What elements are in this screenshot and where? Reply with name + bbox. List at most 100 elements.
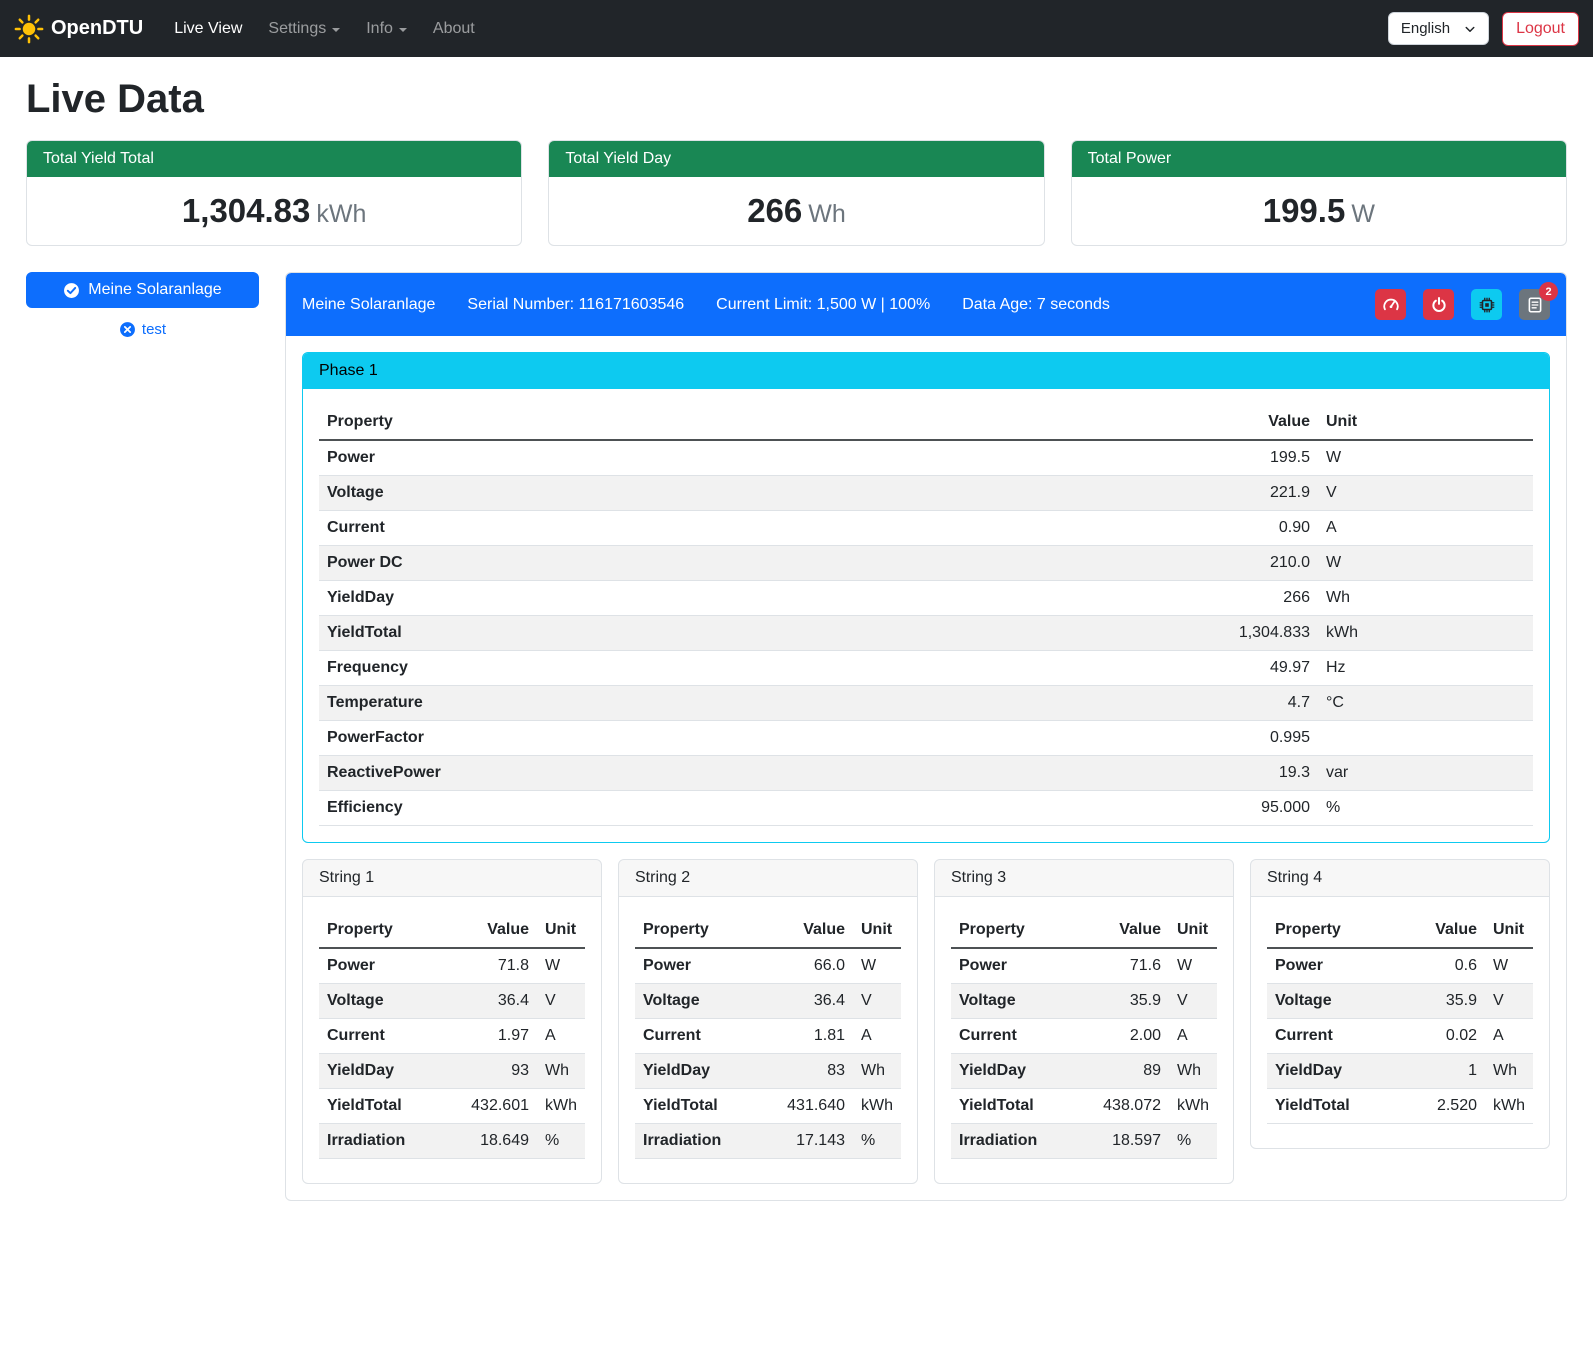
string-table: Property Value Unit Power bbox=[951, 913, 1217, 1159]
value-cell: 35.9 bbox=[1400, 984, 1485, 1019]
value-cell: 0.6 bbox=[1400, 948, 1485, 984]
nav-info-dropdown[interactable]: Info bbox=[357, 12, 416, 46]
serial-number: Serial Number: 116171603546 bbox=[467, 296, 684, 314]
table-row: Frequency 49.97 Hz bbox=[319, 651, 1533, 686]
string-table: Property Value Unit Power bbox=[1267, 913, 1533, 1124]
value-cell: 71.6 bbox=[1073, 948, 1169, 984]
table-header-row: Property Value Unit bbox=[1267, 913, 1533, 948]
inverter-select-button[interactable]: Meine Solaranlage bbox=[26, 272, 259, 308]
nav-live-view[interactable]: Live View bbox=[165, 12, 251, 46]
nav-about-label: About bbox=[433, 20, 475, 38]
unit-cell: Wh bbox=[1318, 581, 1533, 616]
table-row: YieldTotal 431.640 kWh bbox=[635, 1089, 901, 1124]
event-count-badge: 2 bbox=[1539, 282, 1558, 301]
event-log-button[interactable]: 2 bbox=[1519, 289, 1550, 320]
table-row: Current 2.00 A bbox=[951, 1019, 1217, 1054]
string-table: Property Value Unit Power bbox=[319, 913, 585, 1159]
nav-settings-dropdown[interactable]: Settings bbox=[259, 12, 349, 46]
property-cell: ReactivePower bbox=[319, 756, 917, 791]
property-cell: Voltage bbox=[951, 984, 1073, 1019]
property-cell: PowerFactor bbox=[319, 721, 917, 756]
table-header-row: Property Value Unit bbox=[319, 405, 1533, 440]
brand[interactable]: OpenDTU bbox=[14, 14, 143, 44]
table-row: PowerFactor 0.995 bbox=[319, 721, 1533, 756]
table-header-row: Property Value Unit bbox=[635, 913, 901, 948]
table-row: Power 71.6 W bbox=[951, 948, 1217, 984]
power-icon bbox=[1430, 296, 1448, 314]
property-header: Property bbox=[951, 913, 1073, 948]
unit-cell: kWh bbox=[1485, 1089, 1533, 1124]
property-cell: Voltage bbox=[319, 984, 441, 1019]
property-header: Property bbox=[319, 405, 917, 440]
table-row: Current 0.90 A bbox=[319, 511, 1533, 546]
table-row: YieldTotal 438.072 kWh bbox=[951, 1089, 1217, 1124]
unit-cell: % bbox=[537, 1124, 585, 1159]
summary-card-total-power: Total Power 199.5W bbox=[1071, 140, 1567, 246]
limit-settings-button[interactable] bbox=[1375, 289, 1406, 320]
nav-live-view-label: Live View bbox=[174, 20, 242, 38]
value-header: Value bbox=[441, 913, 537, 948]
unit-cell: A bbox=[537, 1019, 585, 1054]
table-row: YieldDay 1 Wh bbox=[1267, 1054, 1533, 1089]
summary-card-title: Total Yield Day bbox=[549, 141, 1043, 177]
value-cell: 4.7 bbox=[917, 686, 1318, 721]
property-cell: Power bbox=[1267, 948, 1400, 984]
value-cell: 89 bbox=[1073, 1054, 1169, 1089]
nav-about[interactable]: About bbox=[424, 12, 484, 46]
unit-cell: W bbox=[1318, 546, 1533, 581]
table-row: Irradiation 18.649 % bbox=[319, 1124, 585, 1159]
unit-cell: Wh bbox=[537, 1054, 585, 1089]
language-select[interactable]: English bbox=[1388, 12, 1489, 45]
value-header: Value bbox=[917, 405, 1318, 440]
device-info-button[interactable] bbox=[1471, 289, 1502, 320]
table-row: ReactivePower 19.3 var bbox=[319, 756, 1533, 791]
value-cell: 17.143 bbox=[757, 1124, 853, 1159]
property-cell: Frequency bbox=[319, 651, 917, 686]
property-cell: Temperature bbox=[319, 686, 917, 721]
property-header: Property bbox=[635, 913, 757, 948]
unit-cell: W bbox=[1318, 440, 1533, 476]
value-cell: 93 bbox=[441, 1054, 537, 1089]
property-cell: YieldTotal bbox=[319, 616, 917, 651]
table-row: Irradiation 17.143 % bbox=[635, 1124, 901, 1159]
value-cell: 66.0 bbox=[757, 948, 853, 984]
unit-cell: % bbox=[1318, 791, 1533, 826]
value-cell: 438.072 bbox=[1073, 1089, 1169, 1124]
unit-cell: A bbox=[1318, 511, 1533, 546]
summary-card-unit: Wh bbox=[808, 200, 846, 228]
unit-cell: V bbox=[853, 984, 901, 1019]
summary-card-total-yield-day: Total Yield Day 266Wh bbox=[548, 140, 1044, 246]
summary-card-title: Total Yield Total bbox=[27, 141, 521, 177]
table-row: YieldTotal 1,304.833 kWh bbox=[319, 616, 1533, 651]
unit-cell: V bbox=[1169, 984, 1217, 1019]
table-row: Voltage 36.4 V bbox=[319, 984, 585, 1019]
value-cell: 0.90 bbox=[917, 511, 1318, 546]
value-cell: 2.00 bbox=[1073, 1019, 1169, 1054]
unit-header: Unit bbox=[1318, 405, 1533, 440]
inverter-link-test[interactable]: test bbox=[26, 321, 259, 338]
property-header: Property bbox=[319, 913, 441, 948]
value-header: Value bbox=[1073, 913, 1169, 948]
property-cell: Power bbox=[951, 948, 1073, 984]
unit-cell: Hz bbox=[1318, 651, 1533, 686]
table-row: Efficiency 95.000 % bbox=[319, 791, 1533, 826]
property-cell: Current bbox=[635, 1019, 757, 1054]
logout-button[interactable]: Logout bbox=[1502, 12, 1579, 46]
property-cell: Power DC bbox=[319, 546, 917, 581]
property-cell: YieldTotal bbox=[319, 1089, 441, 1124]
value-cell: 1 bbox=[1400, 1054, 1485, 1089]
string-table-body: Power 0.6 W Voltage 35.9 V bbox=[1267, 948, 1533, 1124]
unit-cell: % bbox=[853, 1124, 901, 1159]
strings-row: String 1 Property Value Unit bbox=[302, 859, 1550, 1184]
live-data-page: Live Data Total Yield Total 1,304.83kWh … bbox=[0, 57, 1593, 1231]
property-cell: YieldDay bbox=[319, 581, 917, 616]
nav-links: Live View Settings Info About bbox=[165, 12, 492, 46]
table-row: YieldDay 93 Wh bbox=[319, 1054, 585, 1089]
table-header-row: Property Value Unit bbox=[319, 913, 585, 948]
property-cell: Irradiation bbox=[319, 1124, 441, 1159]
table-row: YieldDay 83 Wh bbox=[635, 1054, 901, 1089]
table-row: Power 66.0 W bbox=[635, 948, 901, 984]
table-row: Current 1.81 A bbox=[635, 1019, 901, 1054]
power-toggle-button[interactable] bbox=[1423, 289, 1454, 320]
string-card-title: String 4 bbox=[1251, 860, 1549, 897]
